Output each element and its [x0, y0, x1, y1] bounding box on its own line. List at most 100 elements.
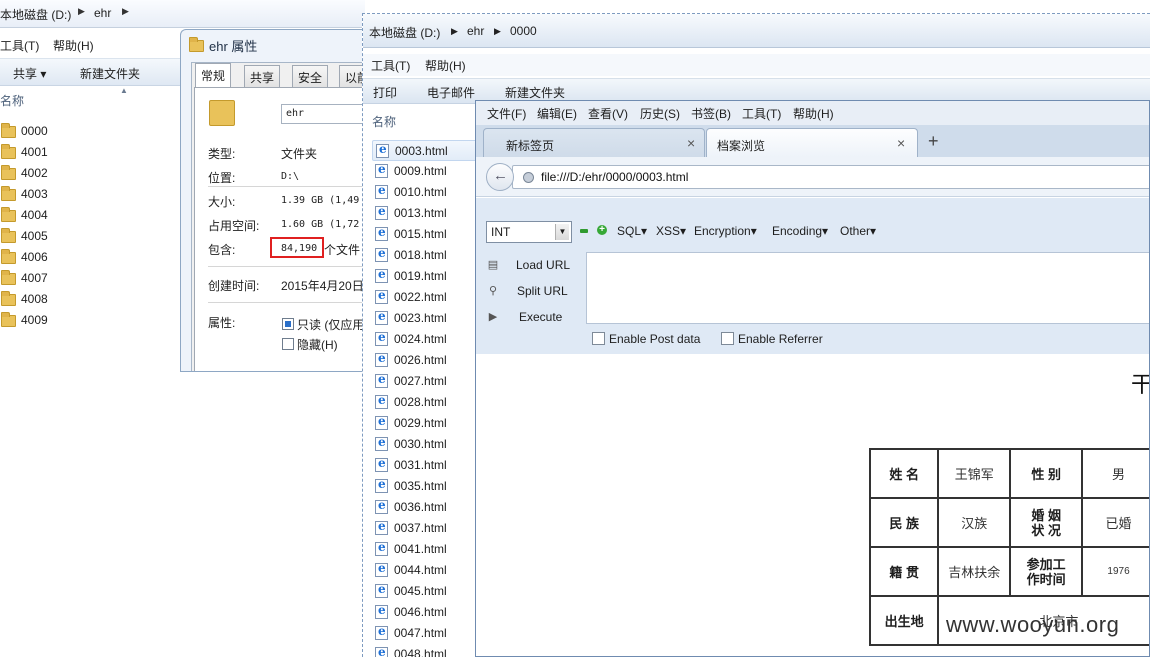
back-button[interactable]	[486, 163, 514, 191]
list-item[interactable]: 0046.html	[372, 602, 482, 623]
plus-icon[interactable]: +	[597, 225, 607, 235]
html-file-icon	[375, 435, 388, 451]
list-item[interactable]: 0019.html	[372, 266, 482, 287]
xss-menu[interactable]: XSS▾	[656, 224, 686, 238]
hidden-checkbox[interactable]	[282, 338, 294, 350]
menu-edit[interactable]: 编辑(E)	[537, 105, 577, 122]
address-bar[interactable]: 本地磁盘 (D:) ▶ ehr ▶	[0, 0, 365, 28]
list-item[interactable]: 4003	[0, 185, 180, 206]
minus-icon[interactable]	[580, 229, 588, 233]
folder-name-field[interactable]: ehr	[281, 104, 370, 124]
highlight-box	[270, 237, 324, 258]
list-item[interactable]: 4002	[0, 164, 180, 185]
breadcrumb-ehr[interactable]: ehr	[467, 24, 484, 38]
list-item[interactable]: 0015.html	[372, 224, 482, 245]
encryption-menu[interactable]: Encryption▾	[694, 224, 757, 238]
list-item[interactable]: 0037.html	[372, 518, 482, 539]
other-menu[interactable]: Other▾	[840, 224, 876, 238]
list-item[interactable]: 0030.html	[372, 434, 482, 455]
list-item[interactable]: 0028.html	[372, 392, 482, 413]
menu-tools[interactable]: 工具(T)	[742, 105, 781, 122]
close-icon[interactable]: ×	[687, 135, 695, 151]
list-item[interactable]: 0041.html	[372, 539, 482, 560]
list-item[interactable]: 4005	[0, 227, 180, 248]
readonly-checkbox[interactable]	[282, 318, 294, 330]
list-item[interactable]: 0036.html	[372, 497, 482, 518]
load-url-button[interactable]: ▤ Load URL	[486, 254, 581, 278]
print-button[interactable]: 打印	[373, 84, 397, 101]
list-item[interactable]: 4009	[0, 311, 180, 332]
url-text[interactable]: file:///D:/ehr/0000/0003.html	[541, 170, 688, 184]
tab-security[interactable]: 安全	[292, 65, 329, 87]
new-folder-button[interactable]: 新建文件夹	[505, 84, 565, 101]
menu-help[interactable]: 帮助(H)	[425, 57, 466, 74]
sql-menu[interactable]: SQL▾	[617, 224, 647, 238]
divider	[208, 302, 370, 303]
column-header-name[interactable]: 名称	[372, 113, 396, 130]
menu-tools[interactable]: 工具(T)	[371, 57, 410, 74]
breadcrumb-0000[interactable]: 0000	[510, 24, 537, 38]
tab-archive-browse[interactable]: 档案浏览 ×	[706, 128, 918, 157]
new-tab-button[interactable]: +	[928, 131, 939, 152]
list-item[interactable]: 0026.html	[372, 350, 482, 371]
share-button[interactable]: 共享 ▾	[13, 65, 46, 82]
table-cell: 参加工 作时间	[1009, 546, 1084, 597]
list-item[interactable]: 0022.html	[372, 287, 482, 308]
list-item[interactable]: 4001	[0, 143, 180, 164]
close-icon[interactable]: ×	[897, 135, 905, 151]
new-folder-button[interactable]: 新建文件夹	[80, 65, 140, 82]
email-button[interactable]: 电子邮件	[427, 84, 475, 101]
url-bar[interactable]: file:///D:/ehr/0000/0003.html	[512, 165, 1149, 189]
list-item[interactable]: 0045.html	[372, 581, 482, 602]
split-url-button[interactable]: ⚲ Split URL	[486, 280, 581, 304]
chevron-down-icon[interactable]: ▼	[555, 224, 569, 240]
list-item[interactable]: 0047.html	[372, 623, 482, 644]
hackbar-url-textarea[interactable]	[586, 252, 1149, 324]
list-item[interactable]: 0024.html	[372, 329, 482, 350]
list-item[interactable]: 0029.html	[372, 413, 482, 434]
breadcrumb-drive[interactable]: 本地磁盘 (D:)	[369, 24, 440, 41]
list-item[interactable]: 4008	[0, 290, 180, 311]
list-item[interactable]: 0009.html	[372, 161, 482, 182]
menu-history[interactable]: 历史(S)	[640, 105, 680, 122]
list-item[interactable]: 0013.html	[372, 203, 482, 224]
menu-tools[interactable]: 工具(T)	[0, 37, 39, 54]
list-item[interactable]: 0018.html	[372, 245, 482, 266]
list-item[interactable]: 0031.html	[372, 455, 482, 476]
tab-new-tab[interactable]: 新标签页 ×	[483, 128, 705, 157]
list-item[interactable]: 0000	[0, 122, 180, 143]
breadcrumb-ehr[interactable]: ehr	[94, 6, 111, 20]
list-item[interactable]: 4006	[0, 248, 180, 269]
enable-post-checkbox[interactable]	[592, 332, 605, 345]
column-header-name[interactable]: 名称	[0, 92, 24, 109]
address-bar[interactable]: 本地磁盘 (D:) ▶ ehr ▶ 0000	[363, 14, 1150, 48]
list-item[interactable]: 0023.html	[372, 308, 482, 329]
menu-help[interactable]: 帮助(H)	[793, 105, 834, 122]
breadcrumb-arrow-icon[interactable]: ▶	[78, 6, 85, 17]
encoding-menu[interactable]: Encoding▾	[772, 224, 828, 238]
list-item[interactable]: 4004	[0, 206, 180, 227]
list-item[interactable]: 4007	[0, 269, 180, 290]
breadcrumb-drive[interactable]: 本地磁盘 (D:)	[0, 6, 71, 23]
list-item[interactable]: 0044.html	[372, 560, 482, 581]
breadcrumb-arrow-icon[interactable]: ▶	[494, 26, 501, 37]
tab-general[interactable]: 常规	[195, 63, 232, 88]
list-item[interactable]: 0003.html	[372, 140, 482, 161]
int-select[interactable]: INT ▼	[486, 221, 572, 243]
list-item[interactable]: 0027.html	[372, 371, 482, 392]
menu-file[interactable]: 文件(F)	[487, 105, 526, 122]
list-item-label: 0023.html	[394, 311, 447, 325]
enable-referrer-checkbox[interactable]	[721, 332, 734, 345]
breadcrumb-arrow-icon[interactable]: ▶	[451, 26, 458, 37]
tab-sharing[interactable]: 共享	[244, 65, 281, 87]
list-item[interactable]: 0048.html	[372, 644, 482, 657]
hackbar-panel: INT ▼ + SQL▾ XSS▾ Encryption▾ Encoding▾ …	[476, 198, 1149, 354]
execute-button[interactable]: ▶ Execute	[486, 306, 581, 330]
menu-bookmarks[interactable]: 书签(B)	[691, 105, 731, 122]
menu-help[interactable]: 帮助(H)	[53, 37, 94, 54]
created-label: 创建时间:	[208, 279, 260, 293]
list-item[interactable]: 0035.html	[372, 476, 482, 497]
menu-view[interactable]: 查看(V)	[588, 105, 628, 122]
breadcrumb-arrow-icon[interactable]: ▶	[122, 6, 129, 17]
list-item[interactable]: 0010.html	[372, 182, 482, 203]
